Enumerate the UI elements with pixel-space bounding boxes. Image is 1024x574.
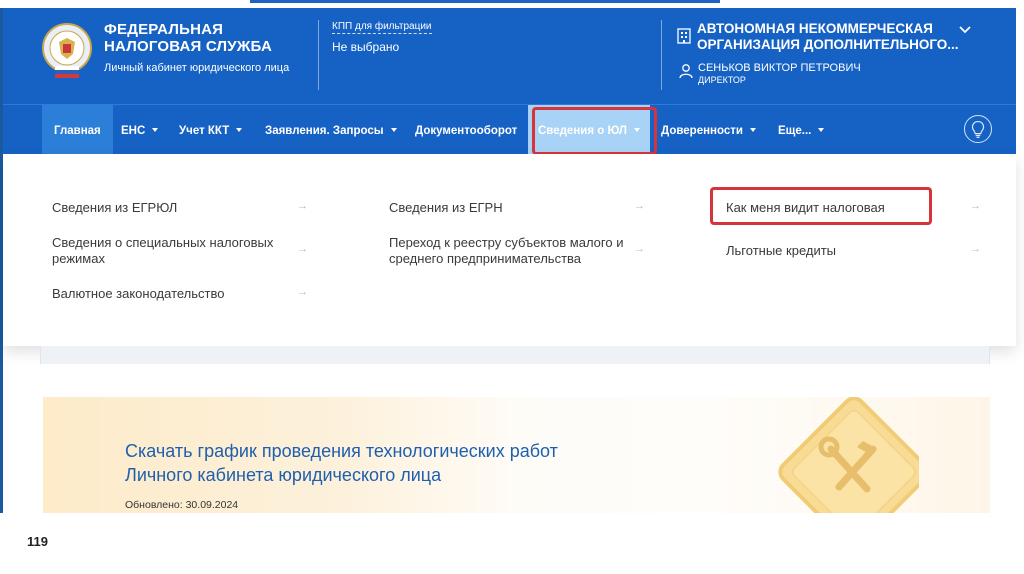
nav-item-applications[interactable]: Заявления. Запросы <box>265 105 397 155</box>
org-title[interactable]: ФЕДЕРАЛЬНАЯ НАЛОГОВАЯ СЛУЖБА <box>104 21 304 55</box>
user-name[interactable]: СЕНЬКОВ ВИКТОР ПЕТРОВИЧ <box>698 62 861 74</box>
nav-item-more[interactable]: Еще... <box>778 105 825 155</box>
arrow-right-icon: → <box>634 243 645 255</box>
top-strip <box>0 0 1024 8</box>
menu-link-line: Переход к реестру субъектов малого и <box>389 235 624 250</box>
menu-link-line: режимах <box>52 251 105 266</box>
menu-link-preferential-loans[interactable]: Льготные кредиты <box>726 243 836 259</box>
nav-item-kkt[interactable]: Учет ККТ <box>179 105 243 155</box>
arrow-right-icon: → <box>297 243 308 255</box>
nav-item-label: ЕНС <box>121 125 146 137</box>
road-works-sign-icon <box>778 397 919 513</box>
caret-down-icon <box>390 127 397 132</box>
arrow-right-icon: → <box>970 243 981 255</box>
company-name[interactable]: АВТОНОМНАЯ НЕКОММЕРЧЕСКАЯ ОРГАНИЗАЦИЯ ДО… <box>697 21 962 53</box>
menu-link-special-tax-regimes[interactable]: Сведения о специальных налоговых режимах <box>52 235 273 267</box>
nav-item-label: Главная <box>54 125 101 137</box>
company-name-line1: АВТОНОМНАЯ НЕКОММЕРЧЕСКАЯ <box>697 21 933 36</box>
menu-link-sme-registry[interactable]: Переход к реестру субъектов малого и сре… <box>389 235 623 267</box>
arrow-right-icon: → <box>297 200 308 212</box>
nav-item-home[interactable]: Главная <box>42 105 113 155</box>
kpp-filter-label[interactable]: КПП для фильтрации <box>332 21 432 34</box>
screenshot-frame: ФЕДЕРАЛЬНАЯ НАЛОГОВАЯ СЛУЖБА Личный каби… <box>0 0 1024 574</box>
org-title-line2: НАЛОГОВАЯ СЛУЖБА <box>104 38 272 55</box>
caret-down-icon <box>749 127 756 132</box>
chevron-down-icon[interactable] <box>958 25 972 35</box>
org-subtitle: Личный кабинет юридического лица <box>104 62 290 74</box>
building-icon <box>677 28 691 44</box>
arrow-right-icon: → <box>297 286 308 298</box>
nav-item-label: Документооборот <box>415 125 518 137</box>
header-divider <box>661 20 662 90</box>
caret-down-icon <box>236 127 243 132</box>
scroll-indicator <box>250 0 720 3</box>
lightbulb-icon[interactable] <box>964 115 992 143</box>
nav-item-ens[interactable]: ЕНС <box>121 105 159 155</box>
menu-link-line: среднего предпринимательства <box>389 251 582 266</box>
kpp-filter-value[interactable]: Не выбрано <box>332 40 399 54</box>
banner-title-line2: Личного кабинета юридического лица <box>125 465 442 485</box>
nav-item-documents[interactable]: Документооборот <box>415 105 517 155</box>
nav-item-label: Учет ККТ <box>179 125 230 137</box>
fns-emblem-icon[interactable] <box>41 22 93 80</box>
page-number: 119 <box>27 534 48 549</box>
banner-updated-date: Обновлено: 30.09.2024 <box>125 499 239 511</box>
arrow-right-icon: → <box>970 200 981 212</box>
user-role: ДИРЕКТОР <box>698 75 746 85</box>
menu-link-egrn[interactable]: Сведения из ЕГРН <box>389 200 503 216</box>
banner-title[interactable]: Скачать график проведения технологически… <box>125 439 645 487</box>
header-divider <box>318 20 319 90</box>
nav-item-label: Заявления. Запросы <box>265 125 384 137</box>
nav-item-label: Еще... <box>778 125 812 137</box>
arrow-right-icon: → <box>634 200 645 212</box>
nav-item-label: Доверенности <box>661 125 743 137</box>
nav-item-powers-of-attorney[interactable]: Доверенности <box>661 105 756 155</box>
company-name-line2: ОРГАНИЗАЦИЯ ДОПОЛНИТЕЛЬНОГО... <box>697 37 959 52</box>
menu-link-line: Сведения о специальных налоговых <box>52 235 274 250</box>
maintenance-banner[interactable]: Скачать график проведения технологически… <box>43 397 990 513</box>
menu-link-egrul[interactable]: Сведения из ЕГРЮЛ <box>52 200 177 216</box>
content-strip <box>40 346 990 364</box>
site-header: ФЕДЕРАЛЬНАЯ НАЛОГОВАЯ СЛУЖБА Личный каби… <box>3 8 1016 104</box>
company-info-dropdown: Сведения из ЕГРЮЛ → Сведения о специальн… <box>3 154 1016 346</box>
caret-down-icon <box>152 127 159 132</box>
main-nav: Главная ЕНС Учет ККТ Заявления. Запросы … <box>3 104 1016 155</box>
banner-title-line1: Скачать график проведения технологически… <box>125 441 558 461</box>
org-title-line1: ФЕДЕРАЛЬНАЯ <box>104 21 224 38</box>
user-icon <box>679 64 693 79</box>
caret-down-icon <box>818 127 825 132</box>
callout-highlight-menu-item <box>710 187 932 225</box>
menu-link-currency-law[interactable]: Валютное законодательство <box>52 286 224 302</box>
callout-highlight-nav <box>532 107 657 155</box>
